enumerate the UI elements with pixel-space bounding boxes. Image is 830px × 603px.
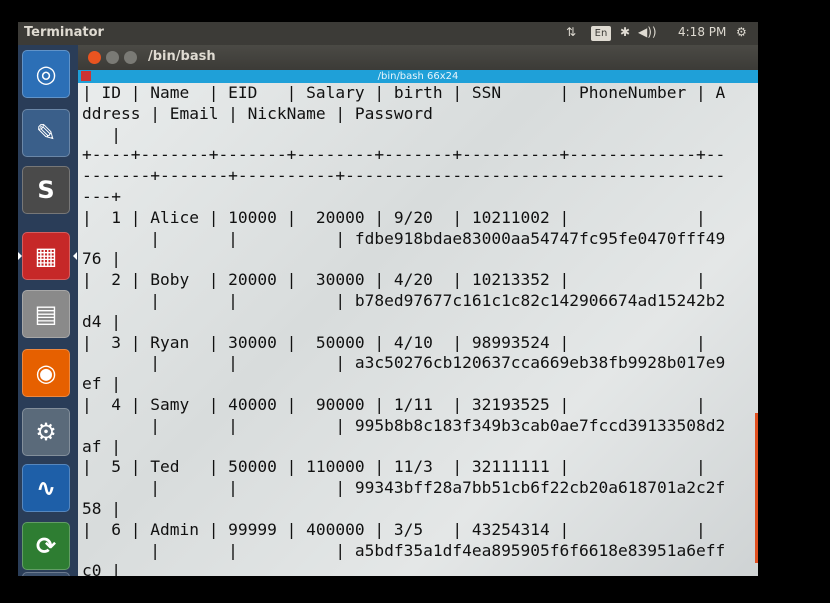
launcher-item-sublime-text[interactable]: S (22, 166, 70, 214)
desktop-screen: Terminator ⇅ En ✱ ◀)) 4:18 PM ⚙ ◎ ✎ S ▦ ▤ ◉ ⚙ ∿… (18, 22, 758, 576)
terminal-line: | 2 | Boby | 20000 | 30000 | 4/20 | 1021… (82, 270, 706, 290)
bluetooth-icon[interactable]: ✱ (620, 25, 630, 39)
terminal-line: ---+ (82, 186, 121, 206)
launcher-item-files[interactable]: ▤ (22, 290, 70, 338)
terminal-text[interactable]: | ID | Name | EID | Salary | birth | SSN… (78, 83, 758, 576)
terminal-line: | 3 | Ryan | 30000 | 50000 | 4/10 | 9899… (82, 332, 706, 352)
terminal-line: | 5 | Ted | 50000 | 110000 | 11/3 | 3211… (82, 457, 706, 477)
settings-gear-icon[interactable]: ⚙ (736, 25, 747, 39)
launcher-item-software-updater[interactable]: ⟳ (22, 522, 70, 570)
running-indicator (18, 252, 22, 260)
sublime-icon: S (37, 176, 55, 204)
ubuntu-logo-icon: ◎ (35, 60, 57, 88)
terminal-line: | | | 995b8b8c183f349b3cab0ae7fccd391335… (82, 415, 726, 435)
launcher-item-text-editor[interactable]: ✎ (22, 109, 70, 157)
software-updater-icon: ⟳ (35, 532, 57, 560)
minimize-icon[interactable] (106, 51, 119, 64)
active-app-title: Terminator (24, 25, 104, 40)
terminal-line: | ID | Name | EID | Salary | birth | SSN… (82, 83, 726, 102)
terminal-line: | 6 | Admin | 99999 | 400000 | 3/5 | 432… (82, 519, 706, 539)
launcher: ◎ ✎ S ▦ ▤ ◉ ⚙ ∿ ⟳ ▯ (18, 45, 78, 576)
launcher-item-ubuntu-dash[interactable]: ◎ (22, 50, 70, 98)
volume-icon[interactable]: ◀)) (638, 25, 657, 39)
network-icon[interactable]: ⇅ (566, 25, 576, 39)
window-titlebar[interactable]: /bin/bash (78, 45, 758, 70)
window-title: /bin/bash (148, 49, 216, 64)
terminal-line: ddress | Email | NickName | Password (82, 103, 433, 123)
text-editor-icon: ✎ (35, 119, 57, 147)
clock[interactable]: 4:18 PM (678, 25, 726, 39)
maximize-icon[interactable] (124, 51, 137, 64)
launcher-item-wireshark[interactable]: ∿ (22, 464, 70, 512)
wireshark-icon: ∿ (35, 474, 57, 502)
scrollbar[interactable] (755, 413, 758, 563)
terminal-window: /bin/bash /bin/bash 66x24 | ID | Name | … (78, 45, 758, 576)
terminal-line: +----+-------+-------+--------+-------+-… (82, 145, 726, 165)
top-panel: Terminator ⇅ En ✱ ◀)) 4:18 PM ⚙ (18, 22, 758, 45)
launcher-item-firefox[interactable]: ◉ (22, 349, 70, 397)
terminal-line: | (82, 124, 121, 144)
terminal-line: d4 | (82, 311, 121, 331)
firefox-icon: ◉ (35, 359, 57, 387)
terminal-line: | | | b78ed97677c161c1c82c142906674ad152… (82, 290, 726, 310)
terminal-line: af | (82, 436, 121, 456)
terminal-line: | | | a3c50276cb120637cca669eb38fb9928b0… (82, 353, 726, 373)
terminal-line: c0 | (82, 561, 121, 576)
terminal-line: | | | fdbe918bdae83000aa54747fc95fe0470f… (82, 228, 726, 248)
launcher-item-terminator[interactable]: ▦ (22, 232, 70, 280)
tab-title: /bin/bash 66x24 (377, 71, 459, 82)
focus-indicator (73, 252, 77, 260)
close-icon[interactable] (88, 51, 101, 64)
terminal-line: 58 | (82, 498, 121, 518)
terminal-line: | | | 99343bff28a7bb51cb6f22cb20a618701a… (82, 478, 726, 498)
launcher-item-system-settings[interactable]: ⚙ (22, 408, 70, 456)
terminal-line: ef | (82, 374, 121, 394)
terminal-tab-bar[interactable]: /bin/bash 66x24 (78, 70, 758, 83)
terminator-icon: ▦ (34, 242, 58, 270)
terminal-line: 76 | (82, 249, 121, 269)
terminal-line: -------+-------+----------+-------------… (82, 166, 726, 186)
terminal-line: | 4 | Samy | 40000 | 90000 | 1/11 | 3219… (82, 394, 706, 414)
terminal-output[interactable]: | ID | Name | EID | Salary | birth | SSN… (78, 83, 758, 576)
terminal-line: | | | a5bdf35a1df4ea895905f6f6618e83951a… (82, 540, 726, 560)
file-cabinet-icon: ▤ (34, 300, 58, 328)
keyboard-layout-icon[interactable]: En (591, 26, 611, 41)
terminal-line: | 1 | Alice | 10000 | 20000 | 9/20 | 102… (82, 207, 706, 227)
launcher-item-trash[interactable]: ▯ (22, 572, 70, 576)
system-tools-icon: ⚙ (35, 418, 57, 446)
